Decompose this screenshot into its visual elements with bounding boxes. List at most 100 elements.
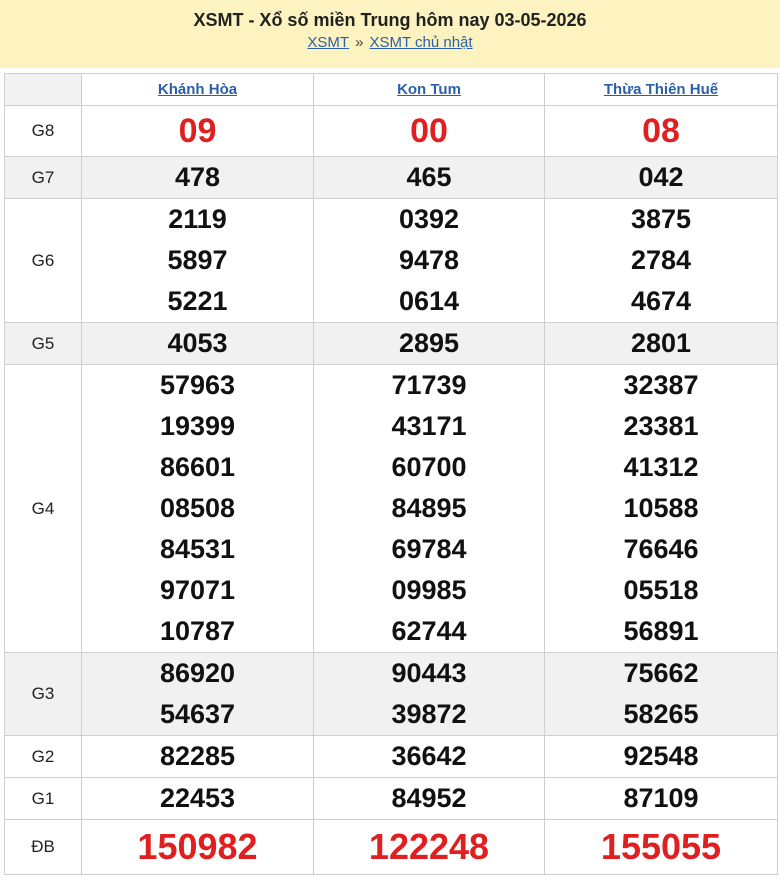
result-number: 87109: [623, 783, 699, 813]
breadcrumb: XSMT » XSMT chủ nhật: [0, 32, 780, 54]
result-cell: 84952: [313, 777, 545, 820]
page-header: XSMT - Xổ số miền Trung hôm nay 03-05-20…: [0, 0, 780, 68]
result-number: 09: [178, 112, 217, 150]
result-number: 2895: [398, 328, 460, 358]
result-cell: 08: [544, 105, 778, 157]
result-cell: 36642: [313, 735, 545, 778]
result-number: 56891: [623, 616, 699, 646]
result-cell: 3875 2784 4674: [544, 198, 778, 323]
province-header-row: Khánh Hòa Kon Tum Thừa Thiên Huế: [4, 73, 778, 106]
result-number: 43171: [391, 411, 467, 441]
result-number: 0392: [398, 204, 460, 234]
result-cell: 00: [313, 105, 545, 157]
province-header-cell: Kon Tum: [313, 73, 545, 106]
result-number: 60700: [391, 452, 467, 482]
province-header-cell: Khánh Hòa: [81, 73, 314, 106]
result-number: 9478: [398, 245, 460, 275]
result-number: 39872: [391, 699, 467, 729]
result-number: 478: [174, 162, 221, 192]
result-number: 82285: [159, 741, 236, 771]
province-header-cell: Thừa Thiên Huế: [544, 73, 778, 106]
result-number: 69784: [391, 534, 467, 564]
result-cell: 0392 9478 0614: [313, 198, 545, 323]
result-number: 08508: [159, 493, 236, 523]
result-cell: 122248: [313, 819, 545, 875]
result-number: 22453: [159, 783, 236, 813]
result-number: 09985: [391, 575, 467, 605]
prize-label: G6: [4, 198, 82, 323]
prize-row: G8 09 00 08: [4, 105, 778, 157]
result-cell: 71739 43171 60700 84895 69784 09985 62744: [313, 364, 545, 653]
result-cell: 86920 54637: [81, 652, 314, 736]
result-number: 58265: [623, 699, 699, 729]
result-number: 41312: [623, 452, 699, 482]
result-cell: 478: [81, 156, 314, 199]
result-number: 92548: [623, 741, 699, 771]
result-number: 0614: [398, 286, 460, 316]
prize-row: G7 478 465 042: [4, 156, 778, 199]
result-number: 90443: [391, 658, 467, 688]
result-number: 32387: [623, 370, 699, 400]
result-number: 00: [410, 112, 448, 150]
results-table: Khánh Hòa Kon Tum Thừa Thiên Huế G8 09 00 0…: [4, 73, 778, 875]
result-number: 54637: [159, 699, 236, 729]
prize-label: G8: [4, 105, 82, 157]
result-number: 155055: [600, 826, 722, 867]
result-cell: 2895: [313, 322, 545, 365]
province-link[interactable]: Thừa Thiên Huế: [604, 81, 718, 98]
result-cell: 4053: [81, 322, 314, 365]
result-cell: 75662 58265: [544, 652, 778, 736]
result-number: 4674: [630, 286, 692, 316]
result-number: 2119: [168, 204, 227, 234]
result-number: 465: [406, 162, 452, 192]
header-corner-cell: [4, 73, 82, 106]
result-cell: 82285: [81, 735, 314, 778]
result-cell: 22453: [81, 777, 314, 820]
result-number: 23381: [623, 411, 699, 441]
result-number: 36642: [391, 741, 467, 771]
result-cell: 150982: [81, 819, 314, 875]
prize-row: G6 2119 5897 5221 0392 9478 0614 3875 2784 4674: [4, 198, 778, 323]
result-number: 05518: [623, 575, 699, 605]
result-number: 84952: [391, 783, 467, 813]
page-title: XSMT - Xổ số miền Trung hôm nay 03-05-20…: [193, 10, 587, 30]
result-cell: 57963 19399 86601 08508 84531 97071 10787: [81, 364, 314, 653]
result-number: 71739: [391, 370, 467, 400]
prize-row: G5 4053 2895 2801: [4, 322, 778, 365]
prize-label: G3: [4, 652, 82, 736]
result-number: 10787: [159, 616, 236, 646]
result-number: 10588: [623, 493, 699, 523]
result-number: 5221: [167, 286, 228, 316]
result-cell: 465: [313, 156, 545, 199]
breadcrumb-link-xsmt[interactable]: XSMT: [307, 34, 349, 51]
prize-row: ĐB 150982 122248 155055: [4, 819, 778, 875]
result-cell: 87109: [544, 777, 778, 820]
result-cell: 92548: [544, 735, 778, 778]
result-number: 19399: [159, 411, 236, 441]
province-link[interactable]: Kon Tum: [397, 81, 461, 98]
result-number: 84531: [159, 534, 236, 564]
prize-label: G2: [4, 735, 82, 778]
result-cell: 09: [81, 105, 314, 157]
prize-row: G2 82285 36642 92548: [4, 735, 778, 778]
result-number: 97071: [159, 575, 236, 605]
result-number: 08: [642, 112, 680, 150]
prize-row: G1 22453 84952 87109: [4, 777, 778, 820]
result-number: 2801: [630, 328, 692, 358]
breadcrumb-link-xsmt-chu-nhat[interactable]: XSMT chủ nhật: [369, 34, 472, 51]
province-link[interactable]: Khánh Hòa: [158, 81, 237, 98]
result-number: 3875: [630, 204, 692, 234]
prize-row: G4 57963 19399 86601 08508 84531 97071 10787 717…: [4, 364, 778, 653]
result-number: 75662: [623, 658, 699, 688]
result-number: 4053: [167, 328, 228, 358]
result-number: 86920: [159, 658, 236, 688]
result-cell: 32387 23381 41312 10588 76646 05518 56891: [544, 364, 778, 653]
prize-label: G5: [4, 322, 82, 365]
result-cell: 042: [544, 156, 778, 199]
breadcrumb-separator: »: [355, 34, 364, 51]
result-cell: 155055: [544, 819, 778, 875]
result-number: 84895: [391, 493, 467, 523]
result-number: 150982: [137, 826, 258, 867]
prize-label: G1: [4, 777, 82, 820]
result-number: 62744: [391, 616, 467, 646]
